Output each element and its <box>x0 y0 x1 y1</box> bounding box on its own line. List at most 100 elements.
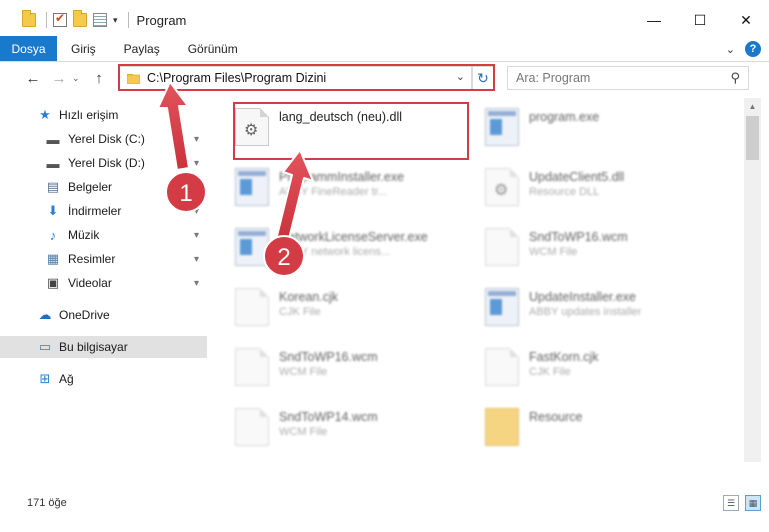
sidebar-item-label: OneDrive <box>59 308 110 322</box>
file-item[interactable]: Resource <box>465 402 705 454</box>
sidebar-item-videos[interactable]: ▣ Videolar ▾ <box>0 272 207 294</box>
expand-ribbon-chevron-icon[interactable]: ⌄ <box>726 43 735 56</box>
sidebar-item-label: Yerel Disk (C:) <box>68 132 145 146</box>
file-icon <box>235 408 269 446</box>
sidebar-item-music[interactable]: ♪ Müzik ▾ <box>0 224 207 246</box>
file-item[interactable]: ProgrammInstaller.exe ABBY FineReader tr… <box>215 162 455 214</box>
sidebar-item-documents[interactable]: ▤ Belgeler ▾ <box>0 176 207 198</box>
search-icon[interactable]: ⚲ <box>730 70 740 86</box>
window-controls: — ☐ ✕ <box>631 0 769 40</box>
sidebar-item-network[interactable]: ⊞ Ağ <box>0 368 207 390</box>
pin-icon[interactable]: ▾ <box>194 254 199 265</box>
divider <box>127 12 129 28</box>
sidebar-item-label: Hızlı erişim <box>59 108 119 122</box>
tab-home[interactable]: Giriş <box>57 36 110 61</box>
sidebar-item-label: Belgeler <box>68 180 113 194</box>
pin-icon[interactable]: ▾ <box>194 230 199 241</box>
item-count: 171 öğe <box>27 497 67 509</box>
music-icon: ♪ <box>49 227 57 243</box>
pin-icon[interactable]: ▾ <box>194 158 199 169</box>
customize-toolbar-chevron-icon[interactable]: ▾ <box>113 15 118 26</box>
sidebar-item-label: Videolar <box>68 276 112 290</box>
file-item[interactable]: SndToWP16.wcm WCM File <box>465 222 705 274</box>
exe-file-icon <box>235 168 269 206</box>
pin-icon[interactable]: ▾ <box>194 134 199 145</box>
pictures-icon: ▦ <box>46 251 60 266</box>
file-icon <box>235 348 269 386</box>
exe-file-icon <box>485 108 519 146</box>
pin-icon[interactable]: ▾ <box>194 206 199 217</box>
pin-icon[interactable]: ▾ <box>194 278 199 289</box>
file-description: ABBY network licens... <box>279 246 391 258</box>
maximize-button[interactable]: ☐ <box>677 0 723 40</box>
pin-icon[interactable]: ▾ <box>194 182 199 193</box>
vertical-scrollbar[interactable]: ▲ <box>744 98 761 462</box>
recent-locations-chevron-icon[interactable]: ⌄ <box>72 73 86 84</box>
properties-icon[interactable] <box>93 13 107 27</box>
window-title: Program <box>136 12 187 28</box>
help-icon[interactable]: ? <box>745 41 761 57</box>
file-name: SndToWP16.wcm <box>279 350 378 364</box>
file-description: WCM File <box>529 246 578 258</box>
navigation-pane: ★ Hızlı erişim ▬ Yerel Disk (C:) ▾ ▬ Yer… <box>0 100 210 462</box>
sidebar-item-downloads[interactable]: ⬇ İndirmeler ▾ <box>0 200 207 222</box>
folder-icon[interactable] <box>22 10 36 27</box>
video-icon: ▣ <box>46 275 60 290</box>
file-name: Resource <box>529 410 583 424</box>
sidebar-item-onedrive[interactable]: ☁ OneDrive <box>0 304 207 326</box>
file-icon <box>235 288 269 326</box>
forward-button[interactable]: → <box>46 65 72 91</box>
file-description: WCM File <box>279 426 328 438</box>
file-name: UpdateInstaller.exe <box>529 290 637 304</box>
file-item[interactable]: ⚙ UpdateClient5.dll Resource DLL <box>465 162 705 214</box>
file-item[interactable]: Korean.cjk CJK File <box>215 282 455 334</box>
file-description: CJK File <box>529 366 571 378</box>
divider <box>46 12 47 28</box>
scroll-up-arrow-icon[interactable]: ▲ <box>744 98 761 115</box>
file-name: FastKorn.cjk <box>529 350 599 364</box>
up-button[interactable]: ↑ <box>86 65 112 91</box>
file-item[interactable]: SndToWP14.wcm WCM File <box>215 402 455 454</box>
search-input[interactable]: Ara: Program ⚲ <box>507 66 749 90</box>
ribbon-tabs: Dosya Giriş Paylaş Görünüm ⌄ ? <box>0 36 769 62</box>
sidebar-item-pictures[interactable]: ▦ Resimler ▾ <box>0 248 207 270</box>
file-item[interactable]: UpdateInstaller.exe ABBY updates install… <box>465 282 705 334</box>
file-item[interactable]: FastKorn.cjk CJK File <box>465 342 705 394</box>
new-folder-icon[interactable] <box>73 10 87 27</box>
sidebar-item-local-disk-c[interactable]: ▬ Yerel Disk (C:) ▾ <box>0 128 207 150</box>
exe-file-icon <box>235 228 269 266</box>
file-name: ProgrammInstaller.exe <box>279 170 405 184</box>
back-button[interactable]: ← <box>20 65 46 91</box>
scrollbar-thumb[interactable] <box>746 116 759 160</box>
dll-file-highlight <box>233 102 469 160</box>
details-view-icon[interactable]: ☰ <box>723 495 739 511</box>
sidebar-item-label: Bu bilgisayar <box>59 340 128 354</box>
minimize-button[interactable]: — <box>631 0 677 40</box>
gear-icon: ⚙ <box>494 182 509 199</box>
sidebar-item-quick-access[interactable]: ★ Hızlı erişim <box>0 104 207 126</box>
large-icons-view-icon[interactable]: ▦ <box>745 495 761 511</box>
tab-view[interactable]: Görünüm <box>174 36 252 61</box>
file-name: SndToWP14.wcm <box>279 410 378 424</box>
file-item[interactable]: program.exe <box>465 102 705 154</box>
properties-check-icon[interactable] <box>53 11 67 27</box>
sidebar-item-label: Müzik <box>68 228 100 242</box>
sidebar-item-this-pc[interactable]: ▭ Bu bilgisayar <box>0 336 207 358</box>
view-toggle: ☰ ▦ <box>723 495 761 511</box>
dll-file-icon: ⚙ <box>485 168 519 206</box>
tab-share[interactable]: Paylaş <box>110 36 174 61</box>
file-icon <box>485 228 519 266</box>
documents-icon: ▤ <box>46 179 60 194</box>
file-item[interactable]: NetworkLicenseServer.exe ABBY network li… <box>215 222 455 274</box>
sidebar-item-local-disk-d[interactable]: ▬ Yerel Disk (D:) ▾ <box>0 152 207 174</box>
file-name: UpdateClient5.dll <box>529 170 625 184</box>
status-bar: 171 öğe ☰ ▦ <box>0 492 769 514</box>
close-button[interactable]: ✕ <box>723 0 769 40</box>
file-item[interactable]: SndToWP16.wcm WCM File <box>215 342 455 394</box>
file-name: Korean.cjk <box>279 290 339 304</box>
tab-file[interactable]: Dosya <box>0 36 57 61</box>
star-icon: ★ <box>39 107 51 122</box>
computer-icon: ▭ <box>38 339 52 354</box>
sidebar-item-label: Resimler <box>68 252 116 266</box>
file-icon <box>485 348 519 386</box>
